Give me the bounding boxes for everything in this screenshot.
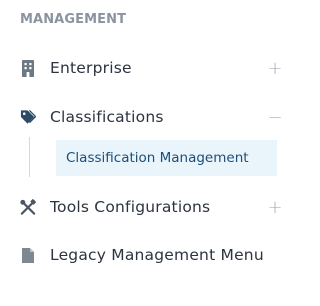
sidebar-item-legacy-management-menu[interactable]: Legacy Management Menu bbox=[20, 241, 278, 269]
sidebar-item-label: Classifications bbox=[50, 108, 164, 126]
tools-icon bbox=[20, 198, 36, 216]
sidebar-item-label: Legacy Management Menu bbox=[50, 246, 264, 264]
collapse-icon[interactable]: − bbox=[266, 107, 284, 128]
sidebar-item-label: Enterprise bbox=[50, 59, 132, 77]
sidebar-item-enterprise[interactable]: Enterprise + bbox=[20, 54, 283, 82]
building-icon bbox=[20, 59, 36, 77]
expand-icon[interactable]: + bbox=[266, 197, 284, 218]
sidebar-subitem-label: Classification Management bbox=[66, 150, 249, 166]
document-icon bbox=[20, 246, 36, 264]
tag-icon bbox=[20, 108, 36, 126]
subtree-line bbox=[29, 137, 30, 177]
section-title-management: MANAGEMENT bbox=[20, 12, 127, 27]
sidebar-item-tools-configurations[interactable]: Tools Configurations + bbox=[20, 193, 283, 221]
sidebar-item-label: Tools Configurations bbox=[50, 198, 211, 216]
sidebar-item-classifications[interactable]: Classifications − bbox=[20, 103, 283, 131]
expand-icon[interactable]: + bbox=[266, 58, 284, 79]
sidebar-subitem-classification-management[interactable]: Classification Management bbox=[56, 140, 277, 176]
